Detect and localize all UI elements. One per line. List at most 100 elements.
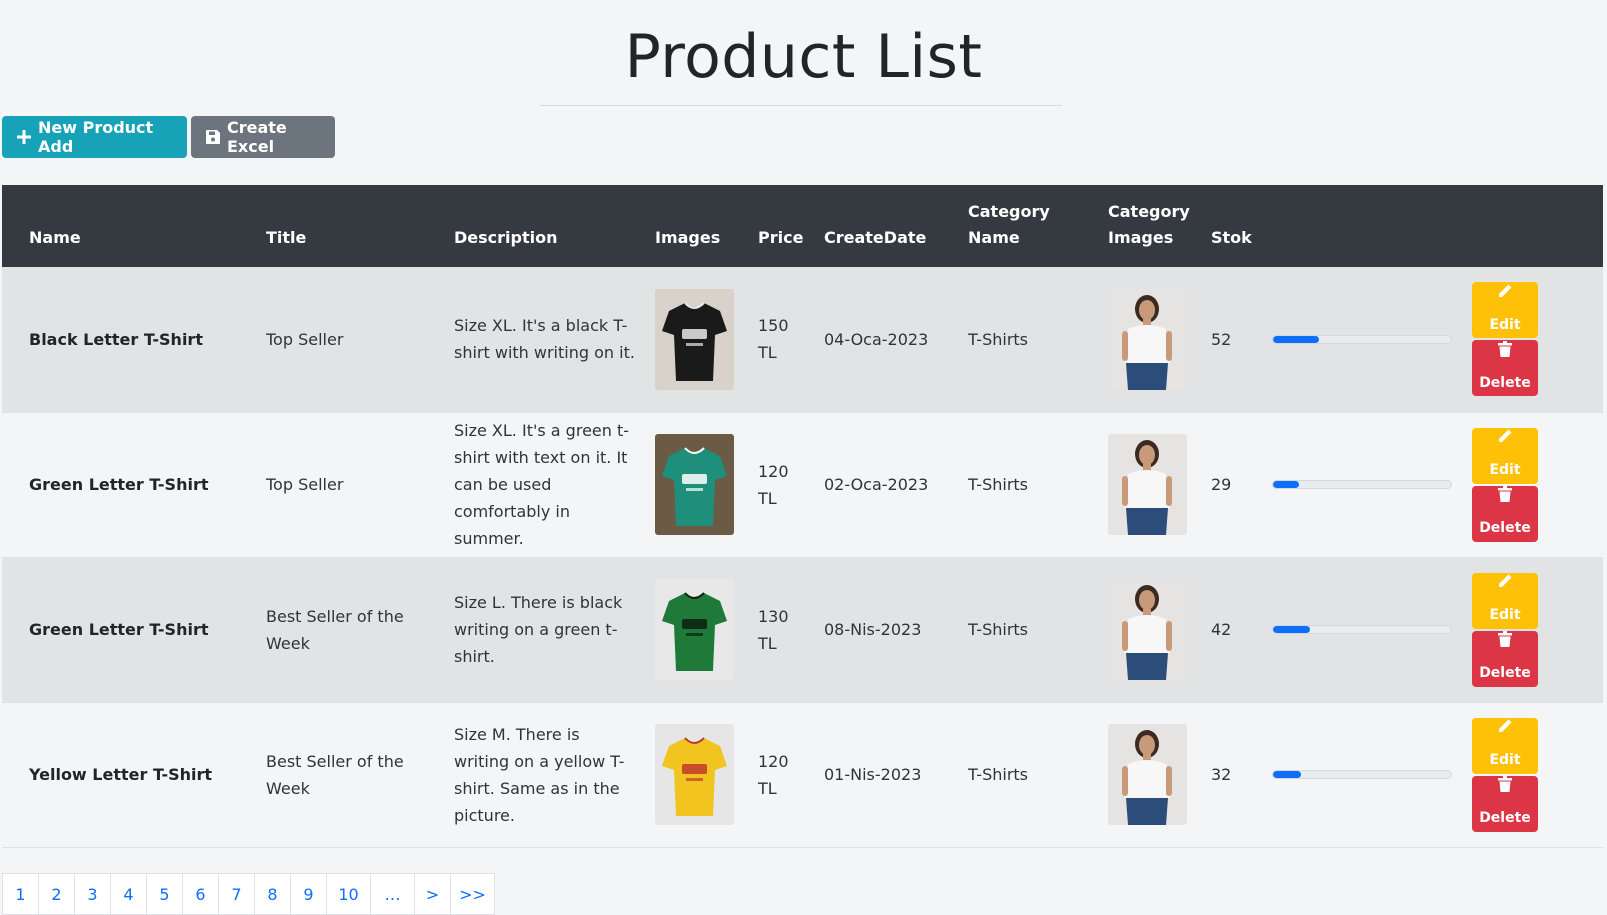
column-header-description: Description [454, 228, 558, 247]
product-stok: 42 [1211, 620, 1232, 639]
product-name: Green Letter T-Shirt [29, 620, 209, 639]
page-link[interactable]: >> [451, 874, 495, 914]
category-image [1108, 724, 1187, 825]
trash-icon [1498, 775, 1512, 802]
column-header-category-name: Category Name [968, 202, 1050, 247]
delete-label: Delete [1479, 374, 1531, 391]
delete-button[interactable]: Delete [1472, 485, 1538, 542]
product-title: Best Seller of the Week [266, 606, 404, 653]
pencil-icon [1497, 282, 1513, 309]
product-description: Size XL. It's a green t-shirt with text … [454, 421, 630, 548]
product-description: Size L. There is black writing on a gree… [454, 593, 623, 666]
product-price: 130 TL [758, 606, 789, 653]
table-row: Green Letter T-Shirt Top Seller Size XL. I… [2, 412, 1603, 557]
page-link[interactable]: 3 [75, 874, 111, 914]
stock-progress-bar [1273, 771, 1302, 778]
column-header-category-images: Category Images [1108, 202, 1190, 247]
page-link[interactable]: > [415, 874, 451, 914]
delete-label: Delete [1479, 810, 1531, 826]
product-table: Name Title Description Images Price Crea… [2, 185, 1603, 848]
page-link[interactable]: 8 [255, 874, 291, 914]
product-create-date: 02-Oca-2023 [824, 475, 929, 494]
column-header-stok: Stok [1211, 228, 1252, 247]
edit-label: Edit [1489, 752, 1521, 768]
table-row: Black Letter T-Shirt Top Seller Size XL. I… [2, 267, 1603, 412]
trash-icon [1498, 630, 1512, 657]
edit-label: Edit [1489, 462, 1521, 478]
delete-label: Delete [1479, 665, 1531, 681]
page-link[interactable]: 5 [147, 874, 183, 914]
product-description: Size XL. It's a black T-shirt with writi… [454, 316, 635, 363]
edit-button[interactable]: Edit [1472, 717, 1538, 774]
stock-progress-bar [1273, 626, 1311, 633]
new-product-add-button[interactable]: New Product Add [2, 116, 187, 158]
product-image [655, 288, 734, 390]
page-link[interactable]: 7 [219, 874, 255, 914]
edit-label: Edit [1489, 607, 1521, 623]
delete-button[interactable]: Delete [1472, 630, 1538, 687]
table-header-row: Name Title Description Images Price Crea… [2, 185, 1603, 267]
column-header-title: Title [266, 228, 307, 247]
pagination: 1 2 3 4 5 6 7 8 9 10… > >> [2, 873, 495, 915]
product-create-date: 08-Nis-2023 [824, 620, 922, 639]
page-link[interactable]: 4 [111, 874, 147, 914]
stock-progress-bar [1273, 481, 1299, 488]
category-image [1108, 288, 1187, 390]
product-create-date: 01-Nis-2023 [824, 765, 922, 784]
delete-button[interactable]: Delete [1472, 340, 1538, 397]
product-category-name: T-Shirts [968, 765, 1029, 784]
product-image [655, 579, 734, 680]
pencil-icon [1497, 572, 1513, 599]
new-product-add-label: New Product Add [38, 118, 154, 156]
column-header-images: Images [655, 228, 721, 247]
category-image [1108, 434, 1187, 535]
product-price: 120 TL [758, 461, 789, 508]
edit-button[interactable]: Edit [1472, 282, 1538, 339]
product-category-name: T-Shirts [968, 329, 1029, 349]
column-header-price: Price [758, 228, 804, 247]
product-name: Green Letter T-Shirt [29, 475, 209, 494]
product-create-date: 04-Oca-2023 [824, 329, 929, 349]
product-image [655, 434, 734, 535]
table-row: Green Letter T-Shirt Best Seller of the W… [2, 557, 1603, 702]
page-link[interactable]: … [371, 874, 415, 914]
product-stok: 29 [1211, 475, 1232, 494]
trash-icon [1498, 340, 1512, 367]
product-category-name: T-Shirts [968, 620, 1029, 639]
stock-progress-bar [1273, 335, 1320, 343]
plus-icon [16, 129, 32, 145]
stock-progress [1272, 625, 1452, 634]
pencil-icon [1497, 717, 1513, 744]
product-category-name: T-Shirts [968, 475, 1029, 494]
page-link[interactable]: 9 [291, 874, 327, 914]
delete-button[interactable]: Delete [1472, 775, 1538, 832]
page-title: Product List [624, 22, 983, 92]
column-header-stock-bar [1272, 185, 1472, 267]
stock-progress [1272, 480, 1452, 489]
column-header-name: Name [29, 228, 81, 247]
edit-button[interactable]: Edit [1472, 572, 1538, 629]
product-stok: 52 [1211, 329, 1232, 349]
table-row: Yellow Letter T-Shirt Best Seller of the … [2, 702, 1603, 847]
product-title: Best Seller of the Week [266, 751, 404, 798]
floppy-disk-icon [205, 129, 221, 145]
product-price: 150 TL [758, 316, 789, 363]
category-image [1108, 579, 1187, 680]
product-description: Size M. There is writing on a yellow T-s… [454, 724, 625, 825]
delete-label: Delete [1479, 520, 1531, 536]
edit-button[interactable]: Edit [1472, 427, 1538, 484]
page-link[interactable]: 10 [327, 874, 371, 914]
product-stok: 32 [1211, 765, 1232, 784]
product-name: Yellow Letter T-Shirt [29, 765, 213, 784]
create-excel-button[interactable]: Create Excel [191, 116, 335, 158]
trash-icon [1498, 485, 1512, 512]
column-header-actions [1472, 185, 1603, 267]
column-header-createdate: CreateDate [824, 228, 927, 247]
product-title: Top Seller [266, 329, 344, 349]
product-image [655, 724, 734, 825]
page-link[interactable]: 2 [39, 874, 75, 914]
product-price: 120 TL [758, 751, 789, 798]
edit-label: Edit [1489, 316, 1521, 333]
page-link[interactable]: 1 [3, 874, 39, 914]
page-link[interactable]: 6 [183, 874, 219, 914]
